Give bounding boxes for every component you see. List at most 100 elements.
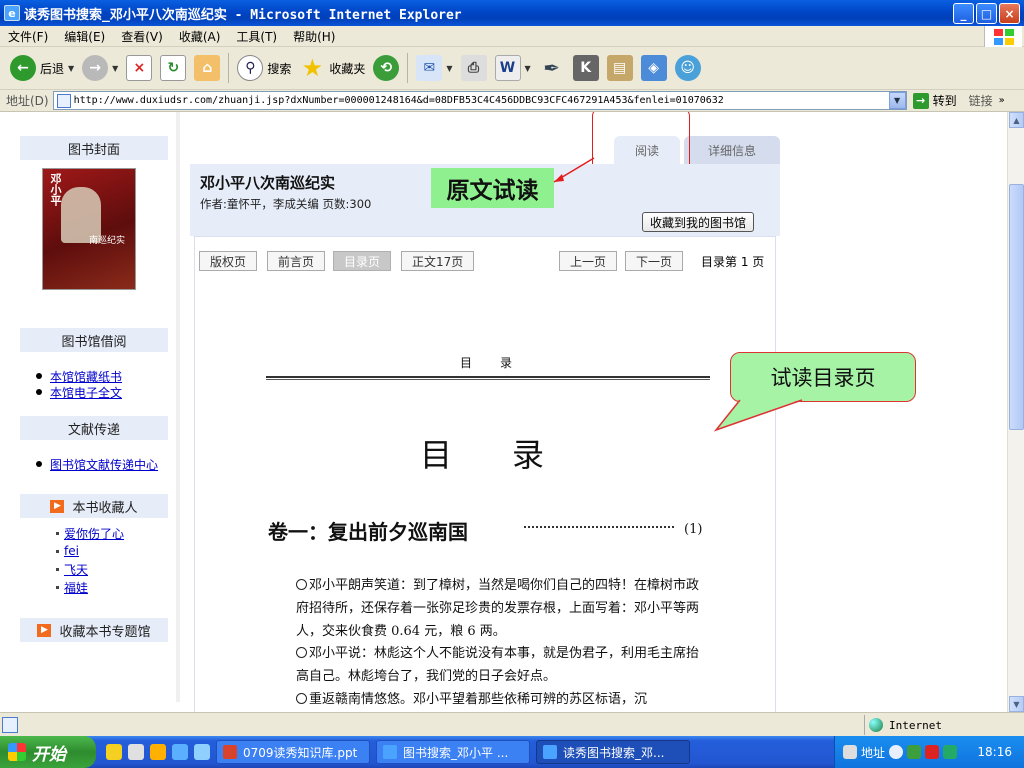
title-bar: e 读秀图书搜索_邓小平八次南巡纪实 - Microsoft Internet …: [0, 0, 1024, 26]
menu-edit[interactable]: 编辑(E): [56, 28, 113, 45]
back-button[interactable]: ← 后退 ▼: [6, 50, 78, 86]
library-paper-link[interactable]: 本馆馆藏纸书: [50, 368, 122, 385]
network-icon[interactable]: [907, 745, 922, 759]
chapter-title: 卷一：复出前夕巡南国: [268, 520, 468, 544]
menu-favorites[interactable]: 收藏(A): [171, 28, 229, 45]
address-field[interactable]: ▼: [52, 91, 907, 110]
qq-icon[interactable]: [106, 744, 122, 760]
contacts-button[interactable]: ☺: [671, 50, 705, 86]
tray-address-label[interactable]: 地址: [861, 744, 885, 761]
tab-detail[interactable]: 详细信息: [684, 136, 780, 164]
collector-link[interactable]: 爱你伤了心: [64, 525, 124, 542]
stop-icon: ×: [126, 55, 153, 81]
divider: [266, 379, 710, 380]
collectors-list: 爱你伤了心 fei 飞天 福娃: [48, 524, 124, 596]
mail-icon: ✉: [416, 55, 443, 81]
printer-icon: ⎙: [460, 55, 487, 81]
research-icon: ▤: [606, 55, 633, 81]
bullet-icon: [56, 549, 59, 553]
task-ie-duxiu[interactable]: 读秀图书搜索_邓...: [536, 740, 690, 764]
address-label: 地址(D): [6, 94, 49, 108]
list-item: 福娃: [48, 578, 124, 596]
menu-tools[interactable]: 工具(T): [228, 28, 285, 45]
mail-button[interactable]: ✉ ▼: [412, 50, 456, 86]
collector-link[interactable]: 福娃: [64, 579, 88, 596]
links-button[interactable]: 链接: [969, 92, 993, 109]
start-button[interactable]: 开始: [0, 736, 96, 768]
bullet-icon: [36, 373, 42, 379]
search-button[interactable]: ⚲ 搜索: [233, 50, 295, 86]
list-item: fei: [48, 542, 124, 560]
menu-view[interactable]: 查看(V): [113, 28, 171, 45]
discuss-button[interactable]: ✒: [535, 50, 569, 86]
close-button[interactable]: ×: [999, 3, 1020, 24]
chevron-left-icon[interactable]: [889, 745, 904, 759]
chevron-down-icon[interactable]: ▼: [525, 64, 531, 73]
messenger-icon: ◈: [640, 55, 667, 81]
history-button[interactable]: ⟲: [369, 50, 403, 86]
chevron-down-icon[interactable]: ▼: [112, 64, 118, 73]
show-desktop-icon[interactable]: [194, 744, 210, 760]
borrow-list: 本馆馆藏纸书 本馆电子全文: [36, 368, 122, 401]
circle-bullet-icon: [296, 693, 307, 704]
antivirus-icon[interactable]: [925, 745, 940, 759]
bullet-icon: [56, 531, 59, 535]
system-tray: 地址 18:16: [834, 736, 1024, 768]
book-cover-image[interactable]: 邓小平 南巡纪实: [42, 168, 136, 290]
media-player-icon[interactable]: [128, 744, 144, 760]
collect-topic-button[interactable]: ▶ 收藏本书专题馆: [20, 618, 168, 642]
arrow-right-icon: ▶: [37, 623, 52, 637]
page-content: 图书封面 邓小平 南巡纪实 图书馆借阅 本馆馆藏纸书 本馆电子全文 文献传递 图…: [0, 112, 1007, 712]
bullet-icon: [56, 585, 59, 589]
toc-big-heading: 目录: [420, 436, 605, 474]
task-ie-search[interactable]: 图书搜索_邓小平 ...: [376, 740, 530, 764]
document-delivery-link[interactable]: 图书馆文献传递中心: [50, 456, 158, 473]
refresh-button[interactable]: ↻: [156, 50, 190, 86]
maximize-button[interactable]: □: [976, 3, 997, 24]
volume-icon[interactable]: [943, 745, 958, 759]
forward-arrow-icon: →: [82, 55, 109, 81]
quick-launch: [106, 744, 210, 760]
vertical-scrollbar[interactable]: ▲ ▼: [1007, 112, 1024, 712]
go-arrow-icon: →: [912, 92, 929, 109]
edit-button[interactable]: W ▼: [491, 50, 535, 86]
powerpoint-icon: [223, 745, 237, 759]
list-item: 本馆电子全文: [36, 384, 122, 401]
word-edit-icon: W: [494, 55, 521, 81]
k-button[interactable]: K: [569, 50, 603, 86]
chevron-right-icon[interactable]: »: [999, 95, 1005, 106]
print-button[interactable]: ⎙: [457, 50, 491, 86]
dot-leader: [524, 526, 674, 528]
ie-quick-icon[interactable]: [172, 744, 188, 760]
collector-link[interactable]: 飞天: [64, 561, 88, 578]
keyboard-icon[interactable]: [843, 745, 857, 759]
messenger-button[interactable]: ◈: [637, 50, 671, 86]
scroll-up-icon[interactable]: ▲: [1009, 112, 1024, 128]
address-dropdown-icon[interactable]: ▼: [888, 92, 906, 109]
go-button[interactable]: → 转到: [912, 92, 957, 109]
search-icon: ⚲: [237, 55, 264, 81]
favorites-button[interactable]: ★ 收藏夹: [295, 50, 369, 86]
library-ebook-link[interactable]: 本馆电子全文: [50, 384, 122, 401]
research-button[interactable]: ▤: [603, 50, 637, 86]
borrow-heading: 图书馆借阅: [20, 328, 168, 352]
stop-button[interactable]: ×: [122, 50, 156, 86]
task-powerpoint[interactable]: 0709读秀知识库.ppt: [216, 740, 370, 764]
menu-help[interactable]: 帮助(H): [285, 28, 343, 45]
home-button[interactable]: ⌂: [190, 50, 224, 86]
media-icon[interactable]: [150, 744, 166, 760]
taskbar: 开始 0709读秀知识库.ppt 图书搜索_邓小平 ... 读秀图书搜索_邓..…: [0, 736, 1024, 768]
address-input[interactable]: [73, 95, 889, 106]
chevron-down-icon[interactable]: ▼: [68, 64, 74, 73]
ie-icon: [383, 745, 397, 759]
chapter-page-number: (1): [684, 522, 703, 537]
chevron-down-icon[interactable]: ▼: [446, 64, 452, 73]
quill-icon: ✒: [543, 56, 561, 80]
forward-button[interactable]: → ▼: [78, 50, 122, 86]
home-icon: ⌂: [194, 55, 221, 81]
scroll-down-icon[interactable]: ▼: [1009, 696, 1024, 712]
minimize-button[interactable]: _: [953, 3, 974, 24]
menu-file[interactable]: 文件(F): [0, 28, 56, 45]
collector-link[interactable]: fei: [64, 544, 79, 558]
scroll-thumb[interactable]: [1009, 184, 1024, 430]
